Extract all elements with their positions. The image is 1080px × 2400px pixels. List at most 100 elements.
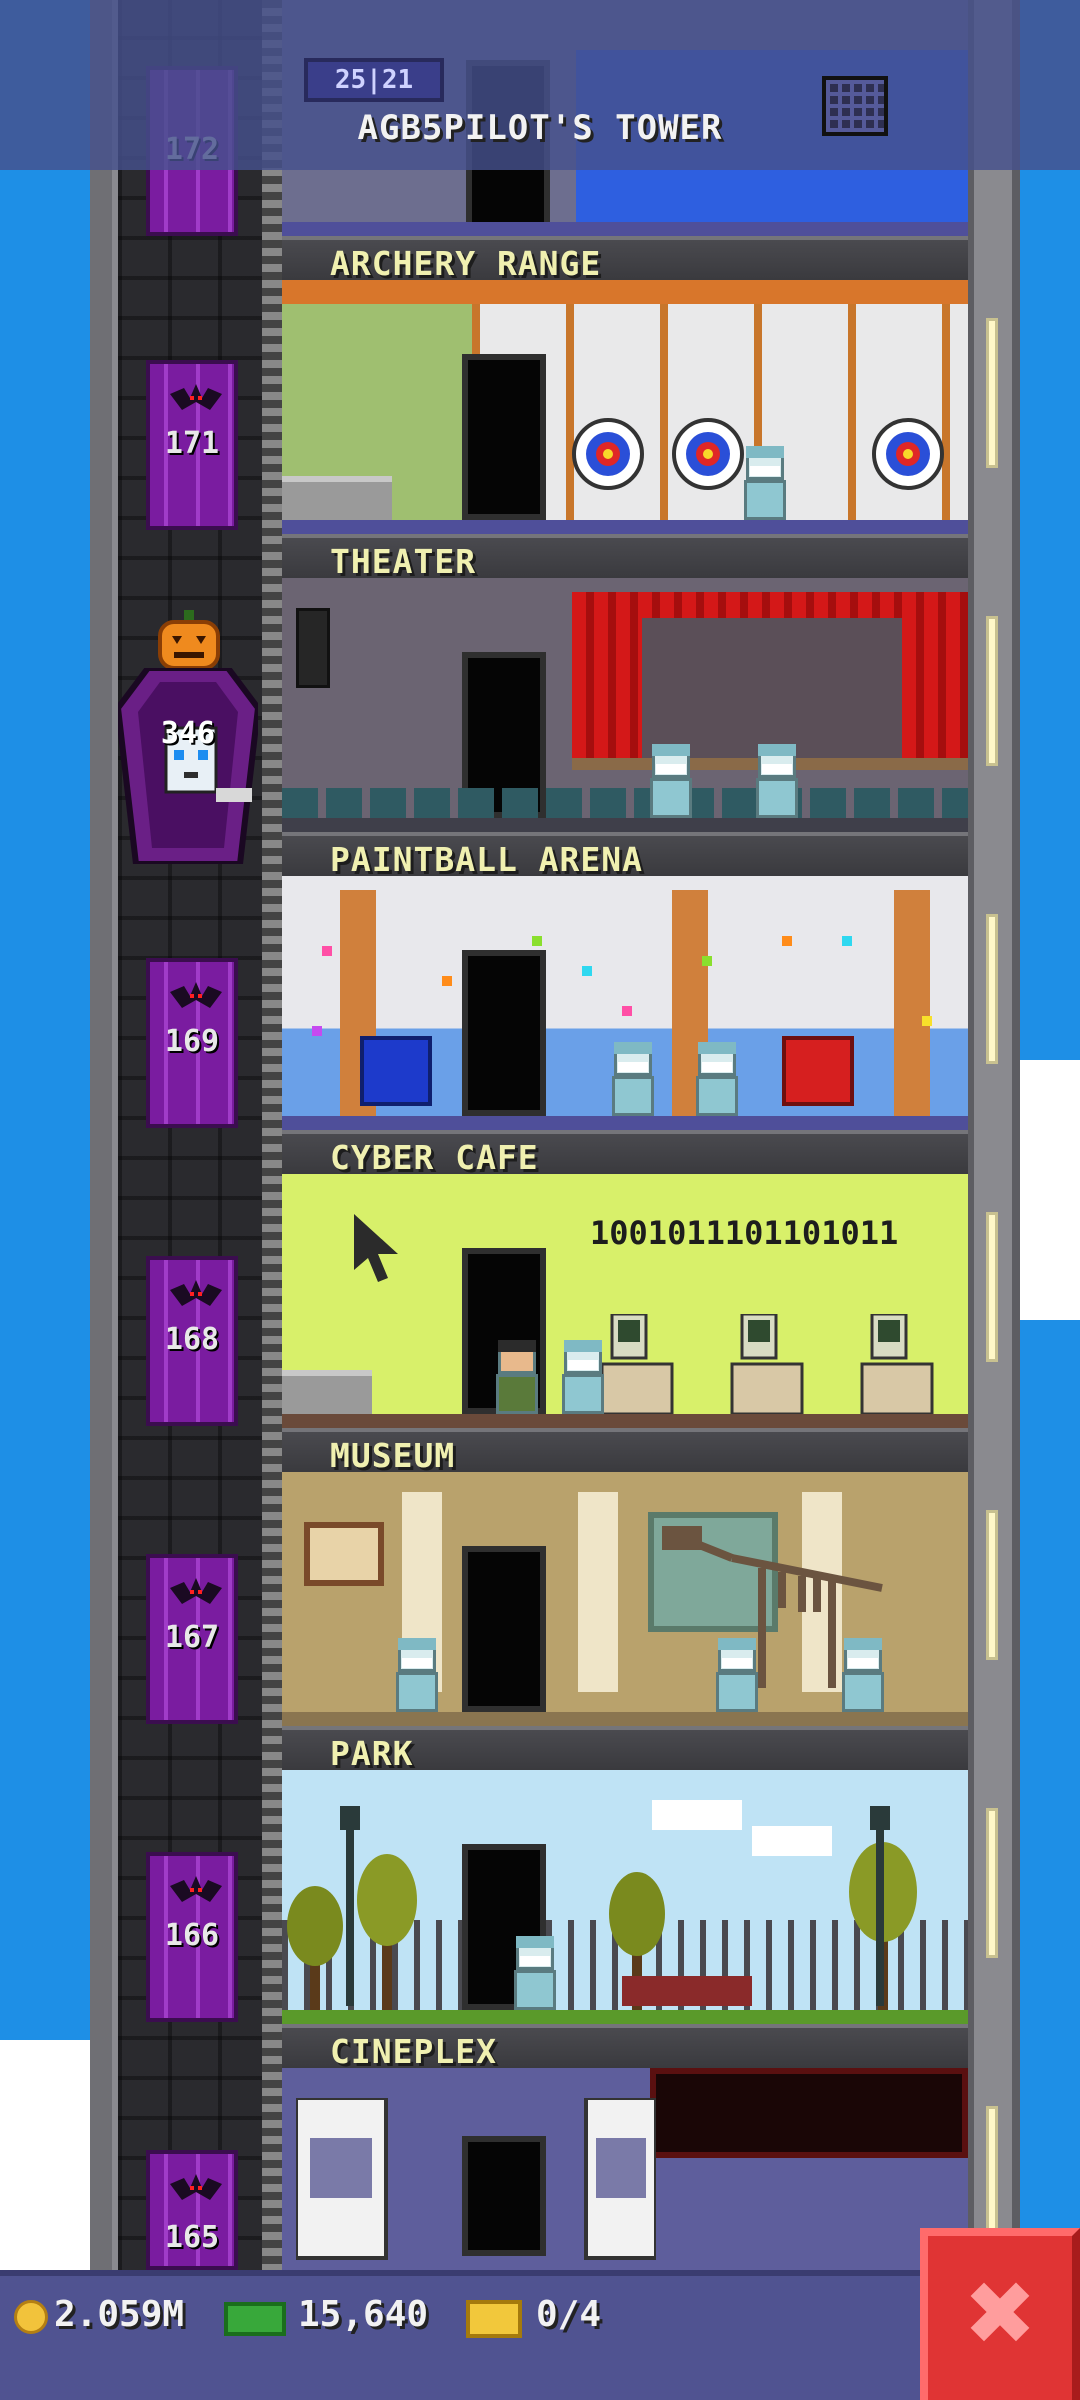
room-interior: 1001011101101011 (282, 1174, 968, 1428)
elevator-door[interactable]: 166 (146, 1852, 238, 2022)
cover-barrier (782, 1036, 854, 1106)
room-floor (282, 520, 968, 534)
room-floor (282, 818, 968, 832)
coins-value[interactable]: 2.059M (54, 2294, 184, 2335)
floor-number: 168 (164, 1322, 220, 1357)
floor-label-bar: PARK (282, 1726, 968, 1773)
floor-label: ARCHERY RANGE (330, 244, 602, 283)
floor-label: MUSEUM (330, 1436, 456, 1475)
floor-label-bar: ARCHERY RANGE (282, 236, 968, 283)
floor-number: 165 (164, 2220, 220, 2255)
elevator-passenger-count: 346 (160, 716, 216, 751)
room-door (462, 950, 546, 1116)
bitizen[interactable] (608, 1042, 658, 1116)
bat-icon (170, 1876, 222, 1902)
room-floor (282, 1116, 968, 1130)
elevator-door[interactable]: 167 (146, 1554, 238, 1724)
floor-label-bar: CYBER CAFE (282, 1130, 968, 1177)
room-interior (282, 876, 968, 1130)
coffin-icon (118, 668, 258, 864)
cover-barrier (360, 1036, 432, 1106)
ticker-display (650, 2068, 968, 2158)
elevator-cable (262, 0, 282, 2280)
floor-label-bar: THEATER (282, 534, 968, 581)
floor-paintball-arena[interactable]: PAINTBALL ARENA (282, 832, 968, 1130)
window-light (986, 616, 998, 766)
floor-park[interactable]: PARK (282, 1726, 968, 2024)
floor-cyber-cafe[interactable]: CYBER CAFE 1001011101101011 (282, 1130, 968, 1428)
bat-icon (170, 1578, 222, 1604)
room-door (462, 1546, 546, 1712)
binary-display: 1001011101101011 (590, 1214, 899, 1252)
floor-label-bar: CINEPLEX (282, 2024, 968, 2071)
floor-number: 169 (164, 1024, 220, 1059)
bitizen[interactable] (752, 744, 802, 818)
room-floor (282, 222, 968, 236)
bitizen[interactable] (492, 1340, 542, 1414)
column (578, 1492, 618, 1692)
elevator-door[interactable]: 165 (146, 2150, 238, 2270)
audience-seats (282, 788, 968, 818)
elevator-door[interactable]: 171 (146, 360, 238, 530)
room-floor (282, 1414, 968, 1428)
bitizen[interactable] (712, 1638, 762, 1712)
bat-icon (170, 982, 222, 1008)
bitizen[interactable] (740, 446, 790, 520)
room-interior (282, 578, 968, 832)
room-interior (282, 2068, 968, 2270)
floor-theater[interactable]: THEATER (282, 534, 968, 832)
window-light (986, 1808, 998, 1958)
bat-icon (170, 1280, 222, 1306)
floor-number: 166 (164, 1918, 220, 1953)
bitizen[interactable] (838, 1638, 888, 1712)
floor-label-bar: MUSEUM (282, 1428, 968, 1475)
bux-icon (224, 2302, 286, 2336)
bottom-bar (0, 2270, 920, 2400)
room-door (462, 2136, 546, 2256)
floor-label: THEATER (330, 542, 477, 581)
painting (304, 1522, 384, 1586)
bitizen[interactable] (558, 1340, 608, 1414)
bitizen[interactable] (392, 1638, 442, 1712)
bitizen[interactable] (510, 1936, 560, 2010)
close-button[interactable]: ✖ (920, 2228, 1080, 2400)
room-interior (282, 280, 968, 534)
speaker (296, 608, 330, 688)
room-door (462, 354, 546, 520)
tower-left-pillar (90, 0, 118, 2280)
close-icon: ✖ (963, 2262, 1037, 2365)
bench (622, 1976, 752, 2006)
cursor-icon (354, 1214, 398, 1282)
floor-label: CINEPLEX (330, 2032, 497, 2071)
floor-archery-range[interactable]: ARCHERY RANGE (282, 236, 968, 534)
room-floor (282, 2010, 968, 2024)
cloud (1020, 1060, 1080, 1320)
computer-icon (602, 1314, 934, 1414)
elevator-car[interactable]: 346 (118, 610, 258, 870)
floor-number: 171 (164, 426, 220, 461)
tickets-value[interactable]: 0/4 (536, 2294, 601, 2335)
cloud (0, 2040, 90, 2270)
room-interior (282, 1472, 968, 1726)
coin-icon (14, 2300, 48, 2334)
room-interior (282, 1770, 968, 2024)
floor-number: 167 (164, 1620, 220, 1655)
window-light (986, 914, 998, 1064)
floor-cineplex[interactable]: CINEPLEX (282, 2024, 968, 2270)
elevator-door[interactable]: 168 (146, 1256, 238, 1426)
floor-label: PARK (330, 1734, 414, 1773)
elevator-door[interactable]: 169 (146, 958, 238, 1128)
window-light (986, 318, 998, 468)
counter (282, 476, 392, 520)
window-light (986, 1510, 998, 1660)
bat-icon (170, 384, 222, 410)
tower-title[interactable]: AGB5PILOT'S TOWER (0, 108, 1080, 148)
mini-display: 25|21 (304, 58, 444, 102)
floor-label-bar: PAINTBALL ARENA (282, 832, 968, 879)
bitizen[interactable] (646, 744, 696, 818)
bitizen[interactable] (692, 1042, 742, 1116)
bux-value[interactable]: 15,640 (298, 2294, 428, 2335)
floor-label: CYBER CAFE (330, 1138, 539, 1177)
floor-museum[interactable]: MUSEUM (282, 1428, 968, 1726)
room-floor (282, 1712, 968, 1726)
